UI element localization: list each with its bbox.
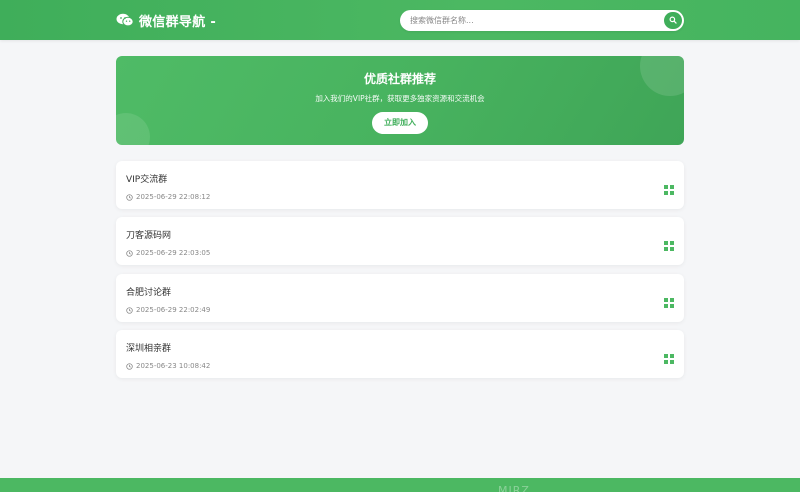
join-button[interactable]: 立即加入	[372, 112, 428, 134]
site-title: 微信群导航 -	[139, 14, 217, 30]
group-time: 2025-06-29 22:02:49	[126, 306, 674, 314]
group-name: 深圳相亲群	[126, 344, 172, 354]
clock-icon	[126, 193, 133, 201]
qrcode-icon[interactable]	[664, 349, 674, 364]
qrcode-icon[interactable]	[664, 180, 674, 195]
search-button[interactable]	[664, 11, 682, 29]
search-input[interactable]	[410, 15, 664, 25]
footer-text: MJRZ	[498, 484, 530, 492]
decorative-circle	[116, 113, 150, 145]
group-card[interactable]: 合肥讨论群 2025-06-29 22:02:49	[116, 274, 684, 322]
group-time: 2025-06-29 22:03:05	[126, 249, 674, 257]
search-icon	[669, 16, 677, 24]
group-name: VIP交流群	[126, 175, 168, 185]
hero-subtitle: 加入我们的VIP社群，获取更多独家资源和交流机会	[315, 94, 485, 103]
group-time-text: 2025-06-29 22:02:49	[136, 306, 211, 314]
group-time-text: 2025-06-29 22:08:12	[136, 193, 211, 201]
footer: MJRZ	[0, 478, 800, 492]
group-time-text: 2025-06-29 22:03:05	[136, 249, 211, 257]
clock-icon	[126, 249, 133, 257]
group-time-text: 2025-06-23 10:08:42	[136, 362, 211, 370]
clock-icon	[126, 306, 133, 314]
wechat-icon	[116, 13, 134, 27]
decorative-circle	[640, 56, 684, 96]
group-time: 2025-06-29 22:08:12	[126, 193, 674, 201]
search-bar	[400, 9, 684, 31]
group-name: 合肥讨论群	[126, 288, 172, 298]
hero-banner: 优质社群推荐 加入我们的VIP社群，获取更多独家资源和交流机会 立即加入	[116, 56, 684, 145]
group-card[interactable]: 刀客源码网 2025-06-29 22:03:05	[116, 217, 684, 265]
hero-title: 优质社群推荐	[363, 72, 436, 86]
brand[interactable]: 微信群导航 -	[116, 11, 216, 30]
qrcode-icon[interactable]	[664, 293, 674, 308]
group-name: 刀客源码网	[126, 231, 172, 241]
qrcode-icon[interactable]	[664, 236, 674, 251]
group-card[interactable]: 深圳相亲群 2025-06-23 10:08:42	[116, 330, 684, 378]
clock-icon	[126, 362, 133, 370]
top-header: 微信群导航 -	[0, 0, 800, 40]
group-card[interactable]: VIP交流群 2025-06-29 22:08:12	[116, 161, 684, 209]
group-time: 2025-06-23 10:08:42	[126, 362, 674, 370]
